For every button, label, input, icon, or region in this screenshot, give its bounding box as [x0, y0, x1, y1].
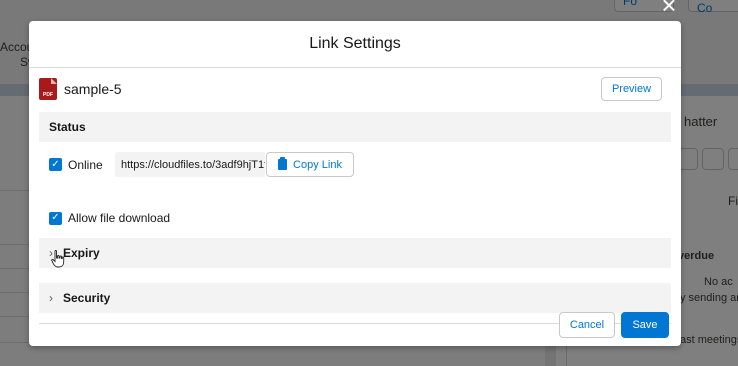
cancel-button[interactable]: Cancel	[559, 312, 615, 338]
copy-link-button[interactable]: Copy Link	[266, 152, 354, 177]
chevron-right-icon: ›	[49, 291, 53, 305]
cancel-button-label: Cancel	[569, 319, 605, 331]
file-name: sample-5	[64, 81, 122, 97]
expiry-section-title: Expiry	[63, 246, 100, 260]
checkmark-icon: ✓	[51, 158, 60, 170]
save-button[interactable]: Save	[621, 312, 669, 338]
hand-cursor-icon	[51, 250, 65, 268]
modal-header: Link Settings	[29, 21, 681, 68]
online-row: ✓ Online https://cloudfiles.to/3adf9hjT1…	[49, 152, 669, 177]
modal-title: Link Settings	[309, 35, 401, 52]
security-section-title: Security	[63, 291, 111, 305]
share-link-url: https://cloudfiles.to/3adf9hjT1fL	[121, 158, 265, 171]
link-settings-modal: Link Settings PDF sample-5 Preview Statu…	[29, 21, 681, 346]
close-icon[interactable]: ×	[654, 0, 684, 20]
status-section-title: Status	[49, 120, 86, 134]
allow-download-checkbox[interactable]: ✓	[49, 211, 62, 225]
pdf-file-icon: PDF	[39, 78, 57, 100]
share-link-field[interactable]: https://cloudfiles.to/3adf9hjT1fL	[115, 152, 265, 177]
status-section-header: Status	[39, 112, 671, 142]
allow-download-label: Allow file download	[68, 211, 171, 225]
online-checkbox[interactable]: ✓	[49, 158, 62, 171]
preview-button-label: Preview	[611, 83, 652, 95]
expiry-section-header[interactable]: › Expiry	[39, 238, 671, 268]
save-button-label: Save	[632, 319, 658, 331]
online-label: Online	[68, 157, 103, 172]
clipboard-icon	[278, 157, 288, 170]
allow-download-row: ✓ Allow file download	[49, 209, 170, 227]
preview-button[interactable]: Preview	[601, 77, 662, 101]
security-section-header[interactable]: › Security	[39, 283, 671, 313]
pdf-icon-text: PDF	[43, 92, 53, 98]
file-row: PDF sample-5 Preview	[39, 77, 671, 107]
copy-link-label: Copy Link	[293, 158, 342, 171]
checkmark-icon: ✓	[51, 212, 60, 223]
